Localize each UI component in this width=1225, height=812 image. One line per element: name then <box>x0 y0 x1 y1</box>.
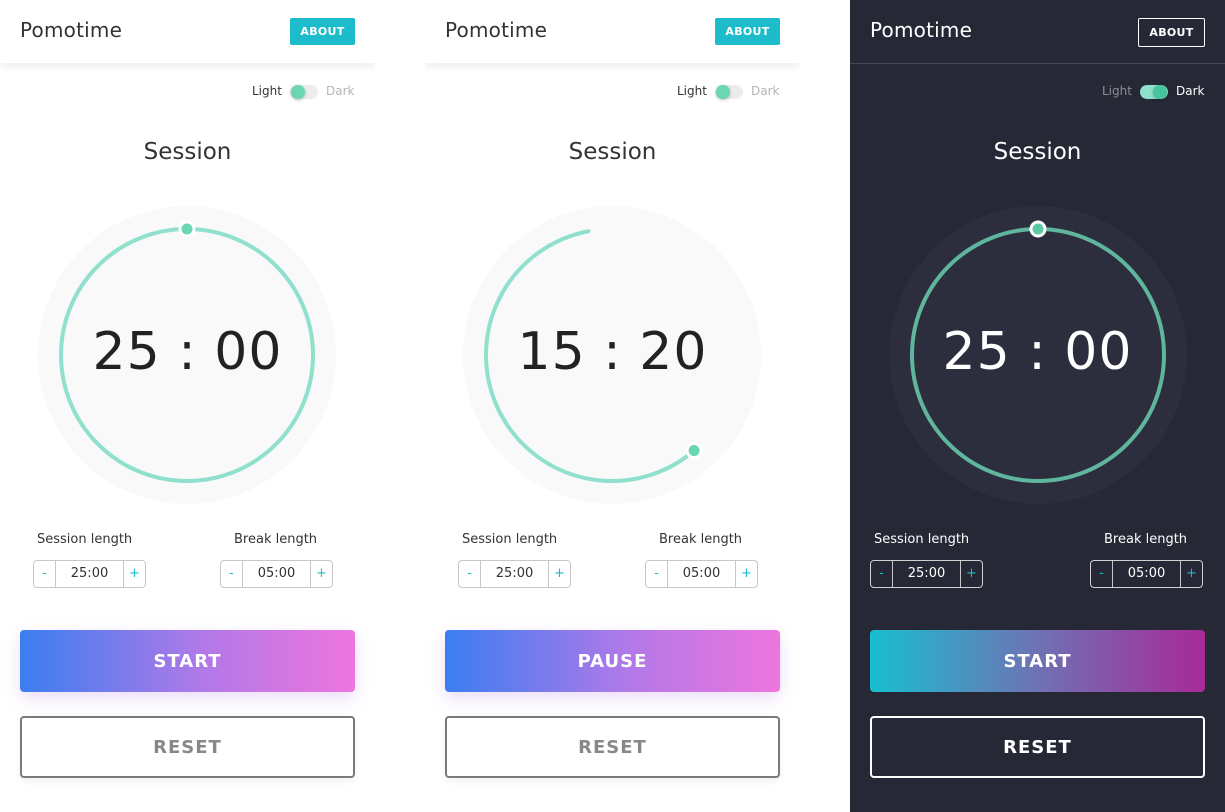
theme-switch-knob[interactable] <box>1153 85 1167 99</box>
session-length-input[interactable] <box>894 561 959 587</box>
break-length-label: Break length <box>659 532 743 547</box>
session-title: Session <box>143 139 232 165</box>
theme-dark-label: Dark <box>1176 84 1205 98</box>
break-length-input[interactable] <box>244 561 309 587</box>
app-logo: Pomotime <box>870 18 973 42</box>
session-length-input[interactable] <box>57 561 122 587</box>
plus-icon[interactable]: + <box>310 561 332 587</box>
minus-icon[interactable]: - <box>1091 561 1113 587</box>
break-length-label: Break length <box>234 532 318 547</box>
reset-button[interactable]: RESET <box>20 716 355 778</box>
progress-handle[interactable] <box>1029 220 1047 238</box>
session-length-stepper: - + <box>33 560 146 588</box>
minus-icon[interactable]: - <box>34 561 56 587</box>
start-button[interactable]: START <box>20 630 355 692</box>
timer-display: 25 : 00 <box>942 322 1133 382</box>
theme-toggle[interactable]: Light Dark <box>425 82 800 100</box>
session-title: Session <box>993 139 1082 165</box>
timer-display: 25 : 00 <box>92 322 283 382</box>
theme-toggle[interactable]: Light Dark <box>850 82 1225 100</box>
pause-button[interactable]: PAUSE <box>445 630 780 692</box>
theme-toggle[interactable]: Light Dark <box>0 82 375 100</box>
theme-dark-label: Dark <box>751 84 780 98</box>
break-length-stepper: - + <box>645 560 758 588</box>
app-header: Pomotime ABOUT <box>425 0 800 63</box>
pomodoro-panel-dark-idle: Pomotime ABOUT Light Dark Session 25 : 0… <box>850 0 1225 812</box>
app-header: Pomotime ABOUT <box>850 0 1225 64</box>
minus-icon[interactable]: - <box>459 561 481 587</box>
plus-icon[interactable]: + <box>1180 561 1202 587</box>
session-length-stepper: - + <box>870 560 983 588</box>
timer-display: 15 : 20 <box>517 322 708 382</box>
session-length-label: Session length <box>874 532 970 547</box>
theme-switch-knob[interactable] <box>291 85 305 99</box>
about-button[interactable]: ABOUT <box>715 18 780 45</box>
minus-icon[interactable]: - <box>871 561 893 587</box>
minus-icon[interactable]: - <box>646 561 668 587</box>
reset-button[interactable]: RESET <box>445 716 780 778</box>
break-length-input[interactable] <box>669 561 734 587</box>
plus-icon[interactable]: + <box>735 561 757 587</box>
plus-icon[interactable]: + <box>960 561 982 587</box>
app-header: Pomotime ABOUT <box>0 0 375 63</box>
progress-handle[interactable] <box>178 220 196 238</box>
break-length-input[interactable] <box>1114 561 1179 587</box>
app-logo: Pomotime <box>20 18 123 42</box>
minus-icon[interactable]: - <box>221 561 243 587</box>
about-button[interactable]: ABOUT <box>290 18 355 45</box>
break-length-stepper: - + <box>1090 560 1203 588</box>
theme-light-label: Light <box>1102 84 1132 98</box>
start-button[interactable]: START <box>870 630 1205 692</box>
plus-icon[interactable]: + <box>123 561 145 587</box>
theme-light-label: Light <box>677 84 707 98</box>
theme-light-label: Light <box>252 84 282 98</box>
progress-handle[interactable] <box>685 442 703 460</box>
theme-dark-label: Dark <box>326 84 355 98</box>
reset-button[interactable]: RESET <box>870 716 1205 778</box>
pomodoro-panel-light-running: Pomotime ABOUT Light Dark Session 15 : 2… <box>425 0 800 812</box>
break-length-label: Break length <box>1104 532 1188 547</box>
about-button[interactable]: ABOUT <box>1138 18 1205 47</box>
session-length-label: Session length <box>462 532 558 547</box>
session-length-input[interactable] <box>482 561 547 587</box>
plus-icon[interactable]: + <box>548 561 570 587</box>
theme-switch-knob[interactable] <box>716 85 730 99</box>
session-length-label: Session length <box>37 532 133 547</box>
break-length-stepper: - + <box>220 560 333 588</box>
pomodoro-panel-light-idle: Pomotime ABOUT Light Dark Session 25 : 0… <box>0 0 375 812</box>
app-logo: Pomotime <box>445 18 548 42</box>
session-title: Session <box>568 139 657 165</box>
session-length-stepper: - + <box>458 560 571 588</box>
